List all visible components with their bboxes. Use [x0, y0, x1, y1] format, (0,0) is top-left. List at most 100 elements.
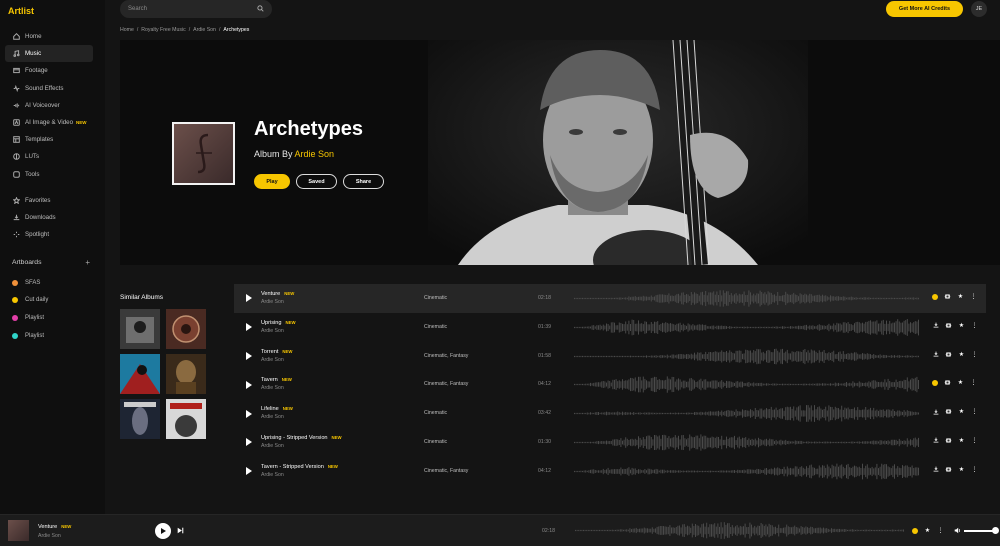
favorite-star-icon[interactable]: ★ [958, 351, 965, 358]
track-title[interactable]: Uprising - Stripped Version [261, 435, 328, 441]
similar-album-thumb[interactable] [120, 399, 160, 439]
sidebar-item-ai-image-video[interactable]: AI Image & Video NEW [5, 114, 93, 131]
skip-next-icon[interactable] [177, 527, 184, 534]
track-artist[interactable]: Ardie Son [261, 357, 284, 363]
favorite-star-icon[interactable]: ★ [958, 408, 965, 415]
player-waveform[interactable] [575, 522, 905, 539]
ai-credit-icon[interactable] [912, 527, 918, 534]
download-icon[interactable] [932, 322, 939, 329]
track-artist[interactable]: Ardie Son [261, 443, 284, 449]
sidebar-item-ai-voiceover[interactable]: AI Voiceover [5, 97, 93, 114]
track-title[interactable]: Torrent [261, 349, 278, 355]
sidebar-item-templates[interactable]: Templates [5, 131, 93, 148]
get-credits-button[interactable]: Get More AI Credits [886, 1, 963, 17]
favorite-star-icon[interactable]: ★ [958, 466, 965, 473]
more-options-icon[interactable]: ⋮ [970, 379, 977, 386]
track-waveform[interactable] [574, 405, 920, 423]
favorite-star-icon[interactable]: ★ [957, 379, 964, 386]
artboard-item[interactable]: Cut daily [12, 292, 48, 310]
play-track-icon[interactable] [246, 380, 252, 389]
volume-icon[interactable] [954, 527, 961, 534]
more-options-icon[interactable]: ⋮ [970, 293, 977, 300]
favorite-star-icon[interactable]: ★ [957, 293, 964, 300]
sidebar-item-footage[interactable]: Footage [5, 62, 93, 79]
more-options-icon[interactable]: ⋮ [937, 527, 944, 534]
volume-control[interactable] [954, 527, 999, 534]
track-name[interactable]: Torrent NEW [261, 349, 292, 355]
sidebar-item-luts[interactable]: LUTs [5, 148, 93, 165]
play-track-icon[interactable] [246, 294, 252, 303]
stems-icon[interactable] [944, 379, 951, 386]
search-bar[interactable]: Search [120, 0, 272, 18]
search-icon[interactable] [257, 4, 264, 14]
track-name[interactable]: Lifeline NEW [261, 406, 293, 412]
breadcrumb-item[interactable]: Home [120, 27, 134, 33]
sidebar-item-sound-effects[interactable]: Sound Effects [5, 80, 93, 97]
add-artboard-icon[interactable]: + [85, 259, 90, 267]
album-artist-link[interactable]: Ardie Son [295, 149, 335, 159]
more-options-icon[interactable]: ⋮ [971, 437, 978, 444]
play-track-icon[interactable] [246, 438, 252, 447]
volume-knob[interactable] [992, 527, 999, 534]
play-track-icon[interactable] [246, 467, 252, 476]
breadcrumb-item[interactable]: Royalty Free Music [141, 27, 185, 33]
more-options-icon[interactable]: ⋮ [971, 322, 978, 329]
share-button[interactable]: Share [343, 174, 384, 189]
more-options-icon[interactable]: ⋮ [971, 466, 978, 473]
sidebar-item-tools[interactable]: Tools [5, 166, 93, 183]
artboard-item[interactable]: SFAS [12, 274, 48, 292]
similar-album-thumb[interactable] [166, 309, 206, 349]
track-row[interactable]: Uprising NEW Ardie Son Cinematic 01:39 ★ ⋮ [234, 313, 986, 342]
track-title[interactable]: Tavern - Stripped Version [261, 464, 324, 470]
track-artist[interactable]: Ardie Son [261, 472, 284, 478]
similar-album-thumb[interactable] [166, 354, 206, 394]
track-name[interactable]: Tavern - Stripped Version NEW [261, 464, 338, 470]
track-title[interactable]: Lifeline [261, 406, 279, 412]
track-name[interactable]: Uprising NEW [261, 320, 296, 326]
sidebar-item-spotlight[interactable]: Spotlight [5, 226, 93, 243]
sidebar-item-favorites[interactable]: Favorites [5, 192, 93, 209]
track-waveform[interactable] [574, 434, 920, 451]
track-row[interactable]: Tavern NEW Ardie Son Cinematic, Fantasy 04:1… [234, 370, 986, 399]
volume-slider[interactable] [964, 527, 999, 534]
ai-credit-icon[interactable] [932, 379, 938, 386]
track-genre[interactable]: Cinematic, Fantasy [424, 353, 468, 359]
track-row[interactable]: Uprising - Stripped Version NEW Ardie Son C… [234, 428, 986, 457]
track-waveform[interactable] [574, 318, 920, 336]
breadcrumb-item[interactable]: Ardie Son [193, 27, 216, 33]
stems-icon[interactable] [945, 437, 952, 444]
player-artist[interactable]: Ardie Son [38, 533, 61, 539]
track-genre[interactable]: Cinematic [424, 324, 447, 330]
player-track-title[interactable]: Venture [38, 524, 57, 530]
track-name[interactable]: Venture NEW [261, 291, 294, 297]
download-icon[interactable] [932, 437, 939, 444]
more-options-icon[interactable]: ⋮ [971, 351, 978, 358]
stems-icon[interactable] [945, 351, 952, 358]
track-genre[interactable]: Cinematic [424, 410, 447, 416]
stems-icon[interactable] [945, 322, 952, 329]
play-track-icon[interactable] [246, 351, 252, 360]
play-track-icon[interactable] [246, 409, 252, 418]
similar-album-thumb[interactable] [166, 399, 206, 439]
more-options-icon[interactable]: ⋮ [971, 408, 978, 415]
favorite-star-icon[interactable]: ★ [958, 437, 965, 444]
artboard-item[interactable]: Playlist [12, 309, 48, 327]
ai-credit-icon[interactable] [932, 293, 938, 300]
track-row[interactable]: Tavern - Stripped Version NEW Ardie Son Cin… [234, 457, 986, 486]
track-row[interactable]: Lifeline NEW Ardie Son Cinematic 03:42 ★ ⋮ [234, 399, 986, 428]
track-artist[interactable]: Ardie Son [261, 299, 284, 305]
stems-icon[interactable] [944, 293, 951, 300]
track-name[interactable]: Uprising - Stripped Version NEW [261, 435, 342, 441]
player-play-button[interactable] [155, 523, 171, 539]
track-artist[interactable]: Ardie Son [261, 414, 284, 420]
user-avatar[interactable]: JE [971, 1, 987, 17]
search-input[interactable]: Search [128, 6, 147, 12]
track-artist[interactable]: Ardie Son [261, 385, 284, 391]
sidebar-item-downloads[interactable]: Downloads [5, 209, 93, 226]
track-waveform[interactable] [574, 290, 920, 307]
track-title[interactable]: Venture [261, 291, 280, 297]
similar-album-thumb[interactable] [120, 354, 160, 394]
sidebar-item-music[interactable]: Music [5, 45, 93, 63]
favorite-star-icon[interactable]: ★ [958, 322, 965, 329]
artlist-logo[interactable]: Artlist [8, 6, 34, 16]
